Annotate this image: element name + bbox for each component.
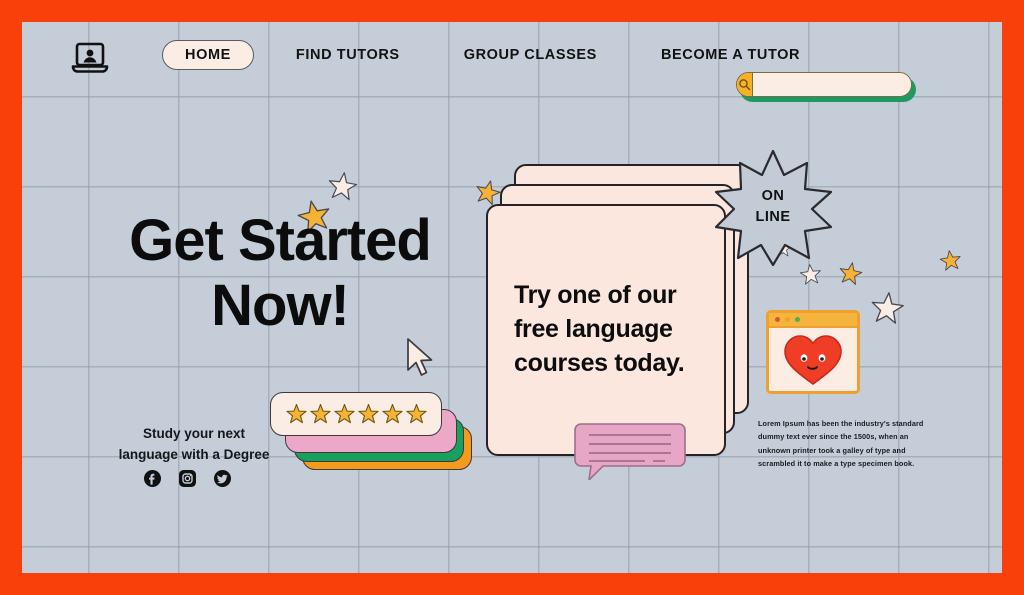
decorative-star-icon — [868, 290, 906, 332]
search-input[interactable] — [753, 73, 911, 96]
online-badge: ON LINE — [714, 148, 833, 267]
star-icon[interactable] — [357, 403, 379, 425]
nav-item-find-tutors[interactable]: FIND TUTORS — [280, 40, 416, 70]
speech-bubble-icon — [573, 422, 687, 483]
social-links — [144, 470, 231, 487]
star-icon[interactable] — [405, 403, 427, 425]
search-icon[interactable] — [737, 73, 753, 96]
star-icon[interactable] — [381, 403, 403, 425]
instagram-icon[interactable] — [179, 470, 196, 487]
nav-item-group-classes[interactable]: GROUP CLASSES — [448, 40, 613, 70]
top-navigation: HOME FIND TUTORS GROUP CLASSES BECOME A … — [22, 22, 1002, 102]
hero-line-2: Now! — [211, 273, 350, 338]
hero-heading: Get Started Now! — [100, 212, 460, 343]
course-card-text: Try one of our free language courses tod… — [514, 281, 685, 377]
heart-browser-window — [766, 310, 860, 394]
card-layer-front[interactable]: Try one of our free language courses tod… — [486, 204, 726, 456]
decorative-star-icon — [325, 170, 360, 209]
sub-copy-line-1: Study your next — [142, 426, 245, 441]
window-body — [769, 328, 857, 391]
decorative-star-icon — [799, 263, 824, 292]
rating-stars-card — [270, 392, 442, 436]
sub-copy-line-2: language with a Degree — [118, 446, 270, 462]
page-frame: HOME FIND TUTORS GROUP CLASSES BECOME A … — [0, 0, 1024, 595]
nav-links: HOME FIND TUTORS GROUP CLASSES BECOME A … — [162, 40, 816, 70]
search-bar — [736, 72, 916, 102]
sub-copy: Study your next language with a Degree — [94, 424, 294, 466]
poster-canvas: HOME FIND TUTORS GROUP CLASSES BECOME A … — [22, 22, 1002, 573]
laptop-user-icon[interactable] — [70, 40, 110, 78]
twitter-icon[interactable] — [214, 470, 231, 487]
star-icon[interactable] — [309, 403, 331, 425]
lorem-paragraph: Lorem Ipsum has been the industry's stan… — [758, 419, 924, 469]
window-dot-yellow — [785, 317, 790, 322]
nav-item-become-a-tutor[interactable]: BECOME A TUTOR — [645, 40, 816, 70]
mouse-pointer-icon — [403, 336, 439, 380]
heart-face-icon — [784, 334, 842, 385]
window-dot-green — [795, 317, 800, 322]
search-box — [736, 72, 912, 97]
decorative-star-icon — [938, 249, 964, 279]
hero-line-1: Get Started — [129, 208, 432, 273]
window-title-bar — [769, 313, 857, 328]
nav-item-home[interactable]: HOME — [162, 40, 254, 70]
window-dot-red — [775, 317, 780, 322]
facebook-icon[interactable] — [144, 470, 161, 487]
decorative-star-icon — [836, 260, 865, 293]
star-icon[interactable] — [333, 403, 355, 425]
star-icon[interactable] — [285, 403, 307, 425]
